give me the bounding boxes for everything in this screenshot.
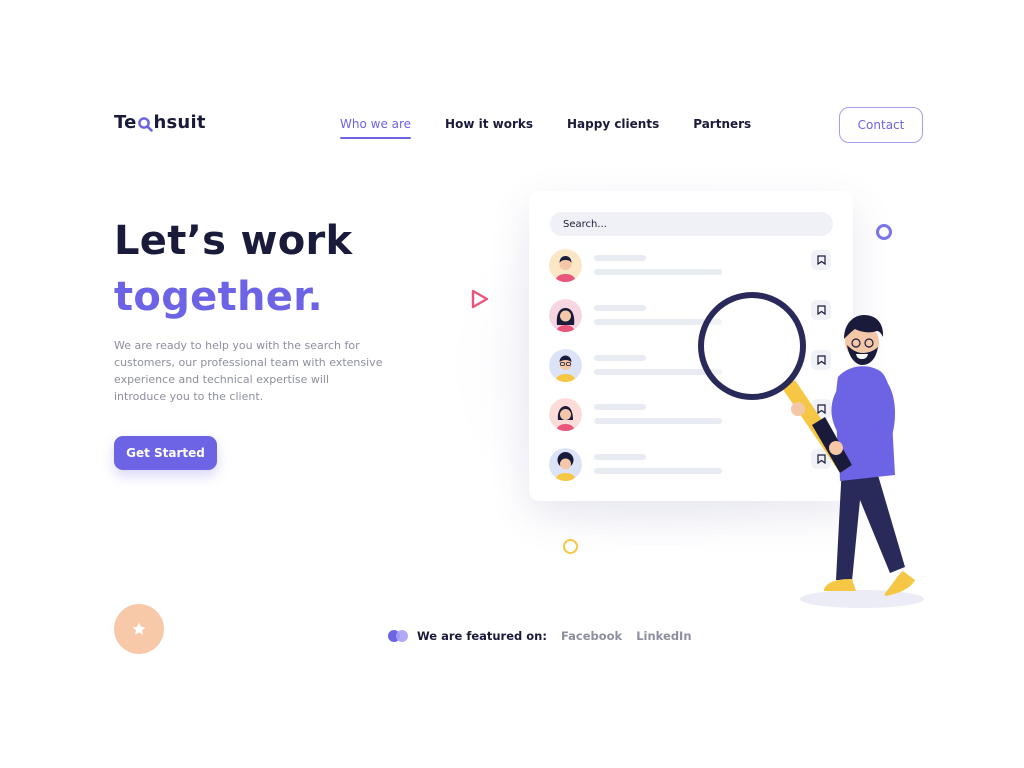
nav-how-it-works[interactable]: How it works	[445, 117, 533, 139]
facebook-link[interactable]: Facebook	[561, 629, 622, 643]
hero-description: We are ready to help you with the search…	[114, 339, 383, 403]
bookmark-icon[interactable]	[811, 250, 831, 270]
woman-red-avatar-icon	[549, 398, 582, 431]
woman-avatar-icon	[549, 299, 582, 332]
play-triangle-icon	[471, 289, 489, 309]
star-icon	[132, 622, 146, 635]
featured-label: We are featured on:	[417, 629, 547, 643]
man-with-magnifier-illustration	[698, 292, 915, 596]
featured-section: We are featured on: Facebook LinkedIn	[388, 629, 706, 643]
contact-button[interactable]: Contact	[839, 107, 923, 143]
main-nav: Who we are How it works Happy clients Pa…	[340, 117, 751, 139]
star-badge[interactable]	[114, 604, 164, 654]
hero-title-line2: together.	[114, 274, 324, 320]
nav-who-we-are[interactable]: Who we are	[340, 117, 412, 139]
logo[interactable]: Te hsuit	[114, 112, 206, 133]
nav-partners[interactable]: Partners	[693, 117, 751, 139]
decorative-ring-yellow	[563, 539, 578, 554]
nav-happy-clients[interactable]: Happy clients	[567, 117, 659, 139]
decorative-ring-purple	[876, 224, 892, 240]
man-avatar-icon	[549, 249, 582, 282]
logo-text-start: Te	[114, 112, 137, 133]
get-started-button[interactable]: Get Started	[114, 436, 217, 470]
curly-hair-avatar-icon	[549, 448, 582, 481]
search-input[interactable]	[550, 212, 833, 236]
logo-text-end: hsuit	[153, 112, 206, 133]
man-glasses-avatar-icon	[549, 349, 582, 382]
magnifier-logo-icon	[137, 114, 153, 132]
featured-dots-icon	[388, 630, 410, 642]
hero-title-line1: Let’s work	[114, 218, 353, 264]
list-item	[549, 249, 833, 283]
linkedin-link[interactable]: LinkedIn	[636, 629, 691, 643]
